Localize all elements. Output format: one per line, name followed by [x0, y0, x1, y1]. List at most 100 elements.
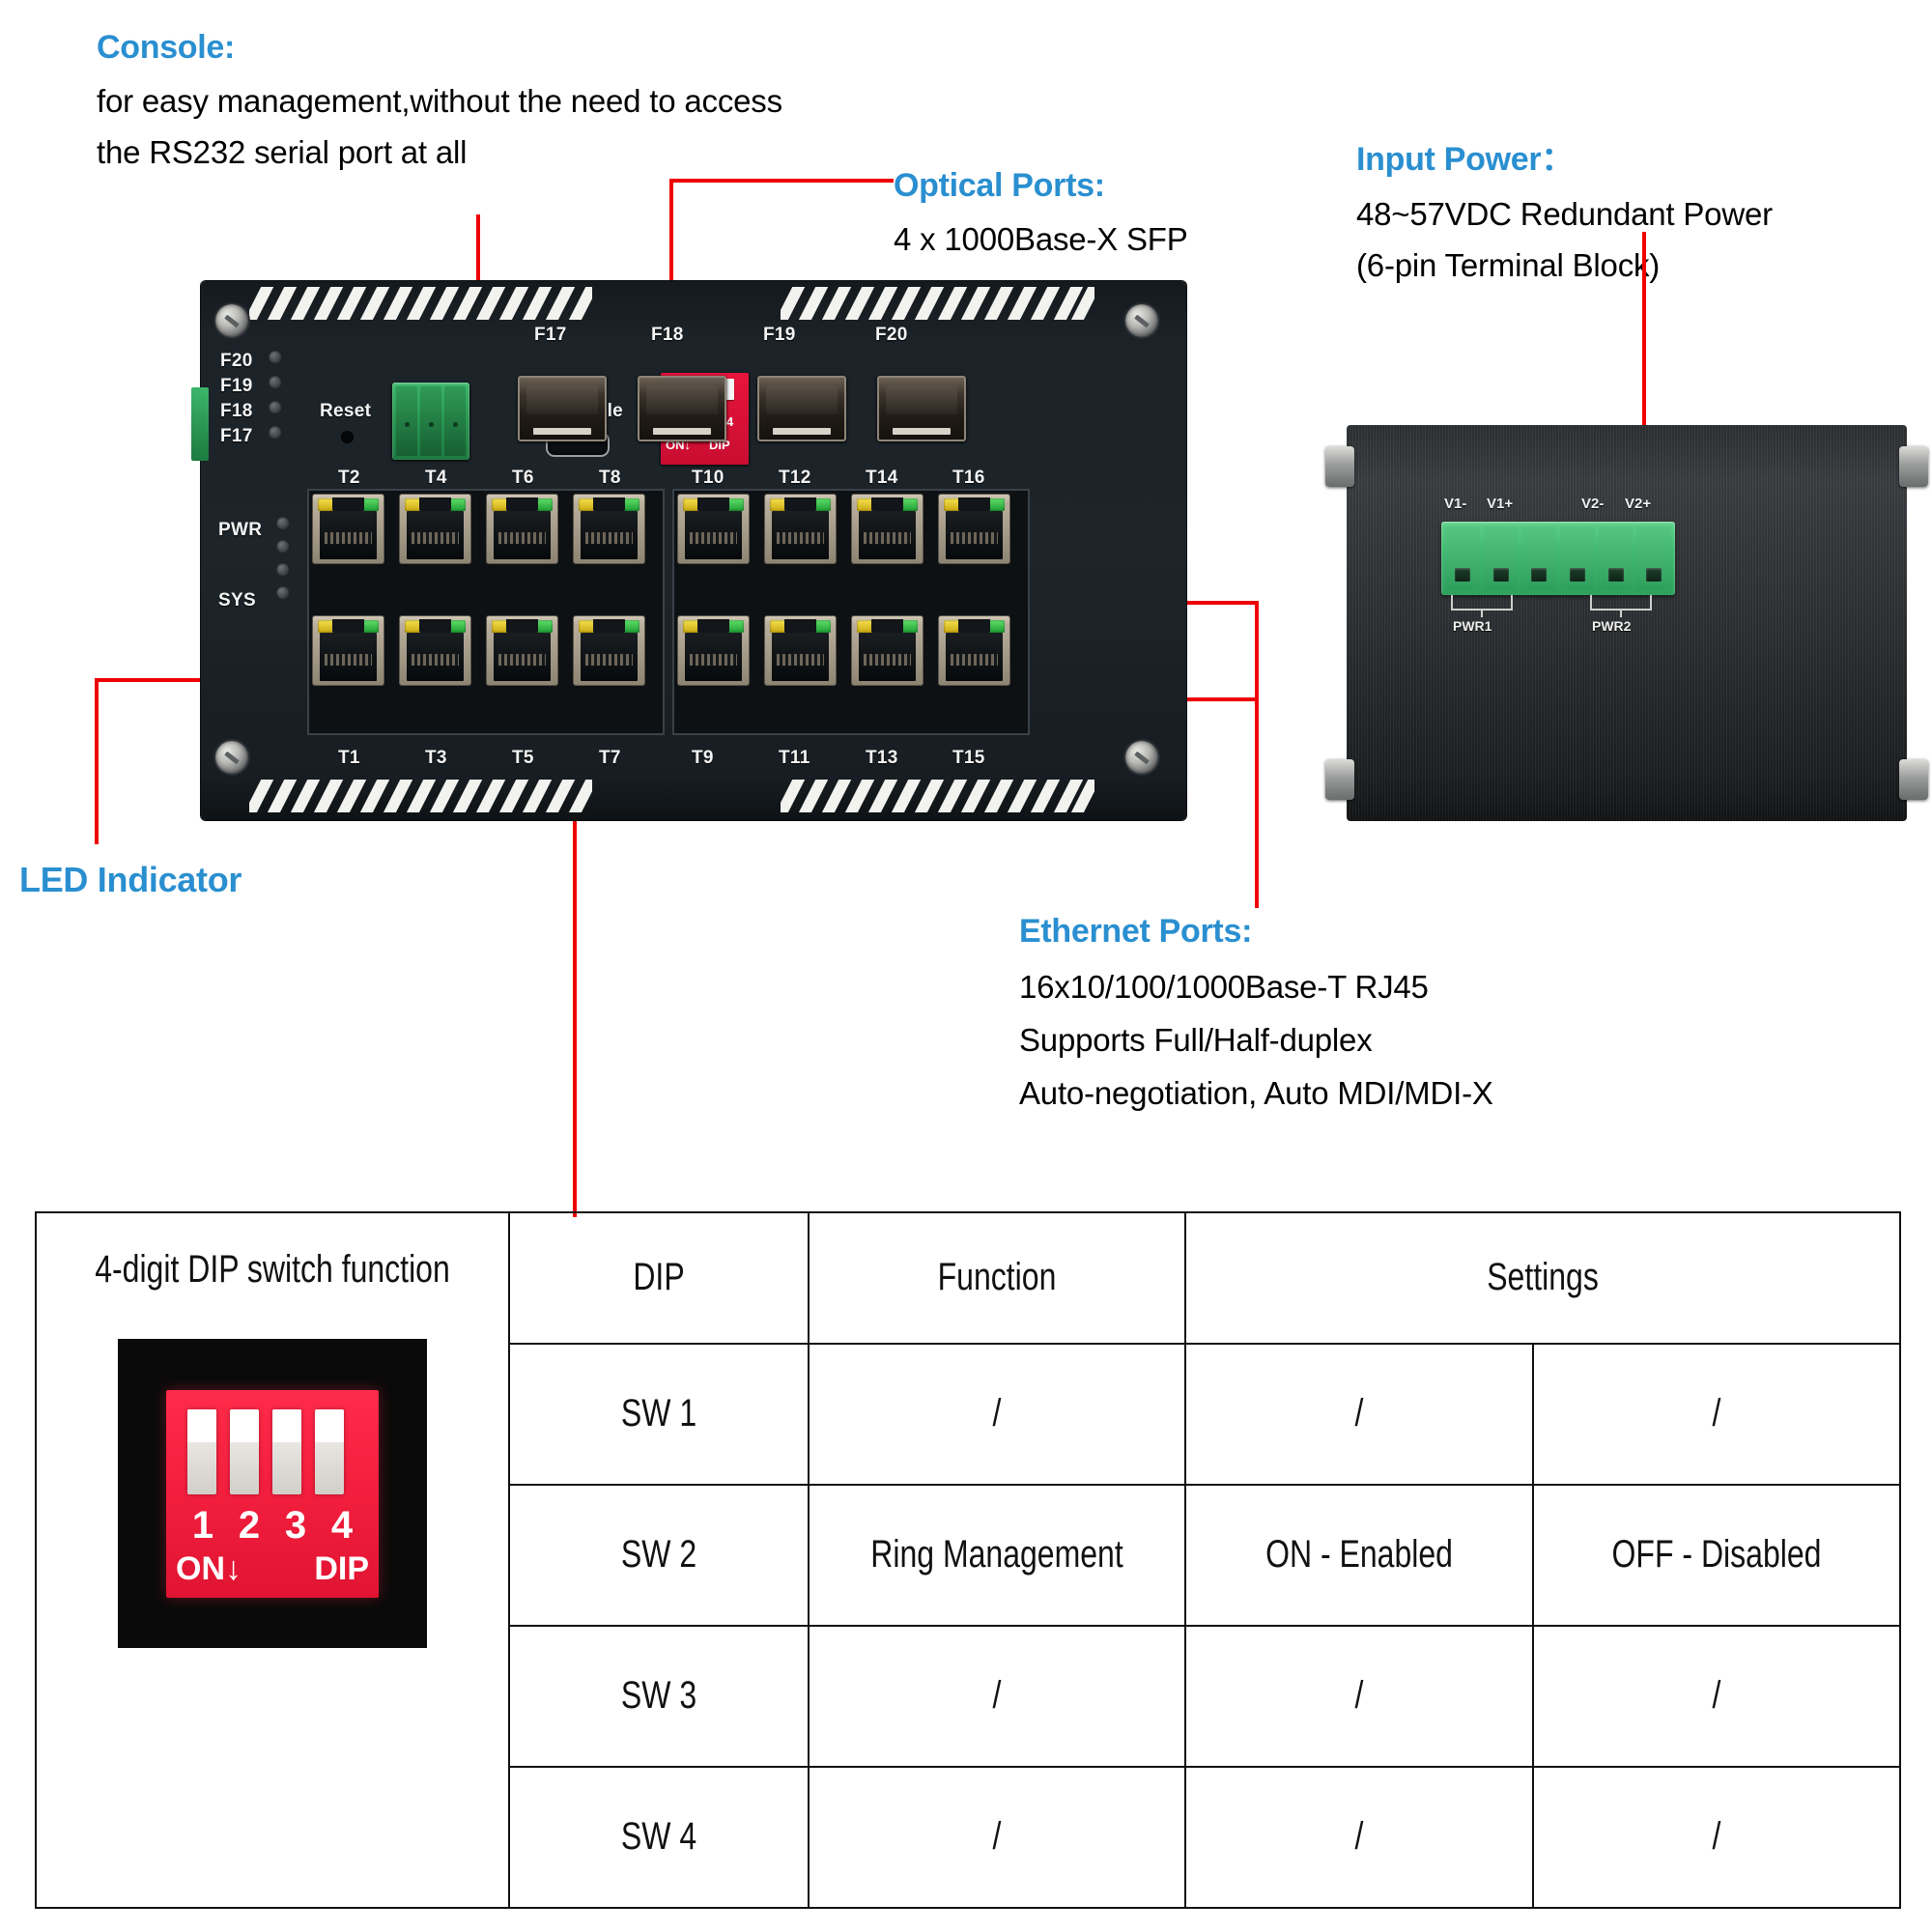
rj45-led-green [988, 498, 1005, 511]
dip-photo-slider-4 [315, 1408, 344, 1494]
rj45-led-yellow [770, 498, 786, 511]
dip-panel-slider-4[interactable] [725, 379, 734, 400]
port-label-t14: T14 [866, 468, 898, 488]
header-dip: DIP [538, 1211, 780, 1345]
rj45-port-t5[interactable] [487, 616, 557, 685]
rj45-led-green [901, 620, 918, 633]
rj45-port-t8[interactable] [574, 495, 644, 563]
vent-top-left [249, 287, 592, 320]
ethernet-ports-callout-title: Ethernet Ports: [1019, 913, 1253, 950]
port-label-t10: T10 [692, 468, 724, 488]
led-indicator-callout-title: LED Indicator [19, 860, 242, 899]
sfp-cage-f17[interactable] [518, 376, 607, 441]
dip-photo-slider-2 [230, 1408, 259, 1494]
terminal-label-v2-plus: V2+ [1625, 496, 1652, 512]
pwr1-bracket [1451, 595, 1513, 617]
console-callout-line-1: for easy management,without the need to … [97, 83, 782, 119]
port-label-t2: T2 [338, 468, 360, 488]
dip-switch-function-table: 4-digit DIP switch function 1 2 3 4 ON↓ … [35, 1211, 1901, 1910]
rj45-led-yellow [405, 620, 421, 633]
rj45-port-t11[interactable] [765, 616, 836, 685]
rj45-tab [697, 497, 729, 512]
rj45-cavity [772, 633, 829, 681]
sfp-label-f20: F20 [875, 325, 908, 345]
sfp-label-f18: F18 [651, 325, 684, 345]
rj45-cavity [581, 511, 638, 559]
rj45-port-t7[interactable] [574, 616, 644, 685]
rj45-port-t4[interactable] [400, 495, 470, 563]
port-label-t6: T6 [512, 468, 534, 488]
screw-top-left [215, 304, 248, 337]
relay-terminal-pin-3 [444, 386, 466, 456]
rj45-led-yellow [492, 620, 508, 633]
rj45-port-t14[interactable] [852, 495, 923, 563]
rj45-port-t9[interactable] [678, 616, 749, 685]
rj45-cavity [320, 633, 377, 681]
terminal-pin-2 [1483, 526, 1519, 590]
dip-panel-number-4: 4 [726, 414, 734, 429]
rj45-led-yellow [492, 498, 508, 511]
rj45-led-yellow [683, 620, 699, 633]
optical-ports-callout-title: Optical Ports: [894, 167, 1105, 204]
fiber-led-label-f19: F19 [220, 376, 253, 396]
rj45-cavity [946, 511, 1003, 559]
port-label-t5: T5 [512, 748, 534, 768]
power-terminal-block-6pin[interactable] [1441, 522, 1675, 595]
sfp-cage-f18[interactable] [638, 376, 726, 441]
rj45-port-t6[interactable] [487, 495, 557, 563]
rj45-cavity [685, 511, 742, 559]
screw-top-right [1125, 304, 1158, 337]
rj45-port-t13[interactable] [852, 616, 923, 685]
led-indicator-callout: LED Indicator [19, 860, 242, 900]
rj45-cavity [859, 633, 916, 681]
port-label-t11: T11 [779, 748, 810, 768]
rj45-led-yellow [944, 620, 960, 633]
cell-function-sw2: Ring Management [845, 1483, 1149, 1627]
rj45-tab [958, 619, 990, 634]
dip-photo-cell: 4-digit DIP switch function 1 2 3 4 ON↓ … [82, 1211, 463, 1909]
rj45-led-yellow [318, 498, 334, 511]
leader-line-ethernet-vertical [1255, 601, 1259, 908]
rj45-port-t12[interactable] [765, 495, 836, 563]
relay-terminal-block[interactable] [392, 383, 469, 460]
port-label-t4: T4 [425, 468, 447, 488]
rj45-port-t15[interactable] [939, 616, 1009, 685]
dip-photo-number-1: 1 [191, 1503, 214, 1547]
rj45-led-green [623, 498, 639, 511]
terminal-pin-1 [1445, 526, 1480, 590]
rj45-tab [419, 497, 451, 512]
rj45-led-green [536, 620, 553, 633]
rj45-tab [871, 619, 903, 634]
status-led-dot-2 [276, 540, 290, 554]
sfp-cage-f20[interactable] [877, 376, 966, 441]
rj45-port-t10[interactable] [678, 495, 749, 563]
table-title-label: 4-digit DIP switch function [95, 1247, 450, 1291]
vent-top-right [781, 287, 1094, 320]
cell-on-sw1: / [1219, 1342, 1499, 1486]
rj45-tab [419, 619, 451, 634]
sfp-cage-f19[interactable] [757, 376, 846, 441]
rj45-led-green [727, 620, 744, 633]
ethernet-ports-callout-line-1: 16x10/100/1000Base-T RJ45 [1019, 969, 1429, 1005]
terminal-pin-5 [1598, 526, 1634, 590]
rj45-port-t3[interactable] [400, 616, 470, 685]
dip-photo-number-3: 3 [284, 1503, 307, 1547]
rj45-led-yellow [944, 498, 960, 511]
rj45-cavity [772, 511, 829, 559]
reset-pinhole[interactable] [341, 431, 354, 443]
dip-photo-dip-label: DIP [314, 1549, 369, 1587]
rj45-tab [958, 497, 990, 512]
rj45-port-t16[interactable] [939, 495, 1009, 563]
rj45-port-t2[interactable] [313, 495, 384, 563]
cell-function-sw3: / [845, 1624, 1149, 1768]
rj45-cavity [859, 511, 916, 559]
rj45-cavity [581, 633, 638, 681]
console-callout-line-2: the RS232 serial port at all [97, 134, 468, 170]
rj45-led-yellow [579, 498, 595, 511]
rj45-port-t1[interactable] [313, 616, 384, 685]
fiber-led-label-f17: F17 [220, 426, 253, 446]
cell-off-sw1: / [1569, 1342, 1864, 1486]
rj45-led-yellow [770, 620, 786, 633]
cell-on-sw2: ON - Enabled [1219, 1483, 1499, 1627]
cell-function-sw4: / [845, 1765, 1149, 1910]
